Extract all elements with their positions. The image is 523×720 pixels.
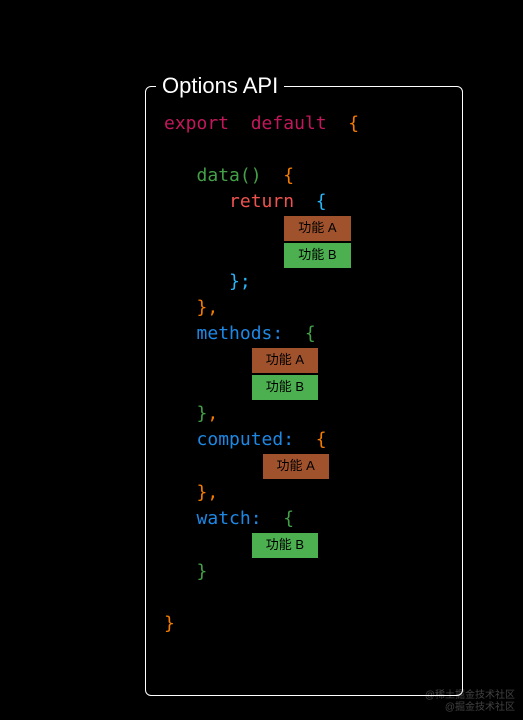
brace: } xyxy=(164,613,175,634)
code-block: export default { data() { return { 功能 A … xyxy=(164,111,359,637)
panel-title: Options API xyxy=(156,73,284,99)
brace: } xyxy=(229,271,240,292)
comma: , xyxy=(207,482,218,503)
brace: } xyxy=(197,403,208,424)
brace: } xyxy=(197,561,208,582)
brace: { xyxy=(348,113,359,134)
watermark-line: @掘金技术社区 xyxy=(425,702,515,714)
feature-b-tag: 功能 B xyxy=(251,374,319,401)
comma: , xyxy=(207,297,218,318)
brace: } xyxy=(197,297,208,318)
brace: { xyxy=(283,165,294,186)
feature-a-tag: 功能 A xyxy=(262,453,330,480)
feature-b-tag: 功能 B xyxy=(283,242,351,269)
comma: , xyxy=(207,403,218,424)
fn-data: data xyxy=(197,165,240,186)
brace: } xyxy=(197,482,208,503)
brace: { xyxy=(305,323,316,344)
keyword-export: export xyxy=(164,113,229,134)
prop-methods: methods: xyxy=(197,323,284,344)
keyword-default: default xyxy=(251,113,327,134)
brace: { xyxy=(283,508,294,529)
options-api-panel: Options API export default { data() { re… xyxy=(145,86,463,696)
prop-watch: watch: xyxy=(197,508,262,529)
feature-b-tag: 功能 B xyxy=(251,532,319,559)
paren: () xyxy=(240,165,262,186)
feature-a-tag: 功能 A xyxy=(283,215,351,242)
prop-computed: computed: xyxy=(197,429,295,450)
watermark: @稀土掘金技术社区 @掘金技术社区 xyxy=(425,690,515,714)
brace: { xyxy=(316,191,327,212)
watermark-line: @稀土掘金技术社区 xyxy=(425,690,515,702)
keyword-return: return xyxy=(229,191,294,212)
feature-a-tag: 功能 A xyxy=(251,347,319,374)
brace: { xyxy=(316,429,327,450)
semicolon: ; xyxy=(240,271,251,292)
